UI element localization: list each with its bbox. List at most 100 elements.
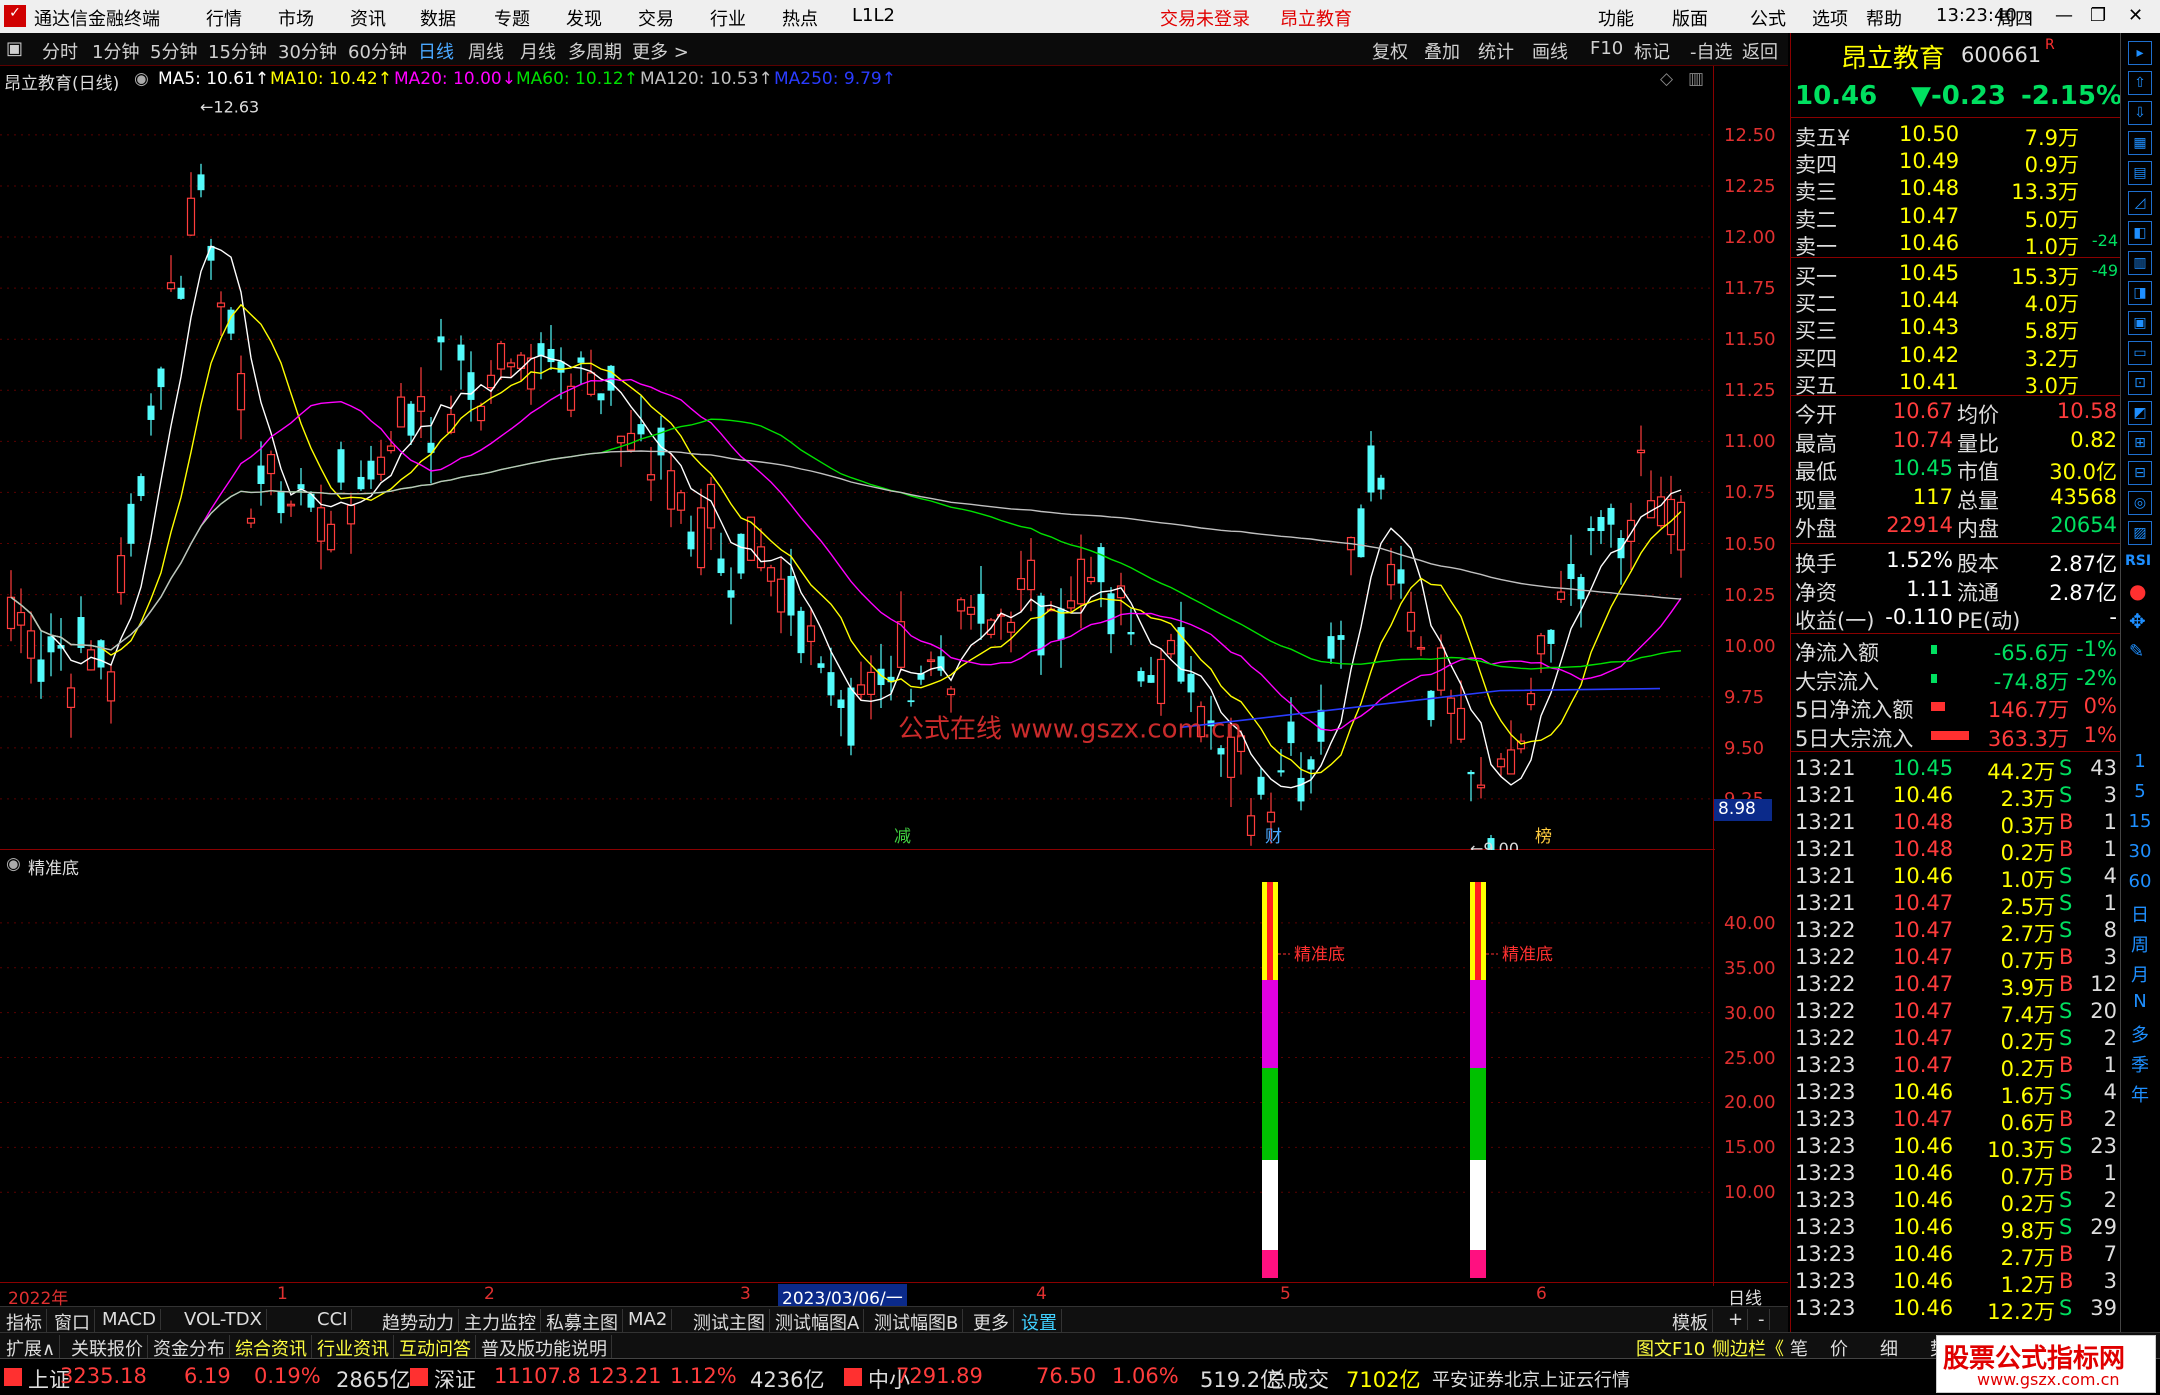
candle-body-down xyxy=(1297,777,1305,802)
period-tab-0[interactable]: 分时 xyxy=(42,38,78,64)
period-tab-1[interactable]: 1分钟 xyxy=(92,38,139,64)
toolbar-btn-5[interactable]: 标记 xyxy=(1634,38,1670,64)
sidebar-tool-icon[interactable]: ▤ xyxy=(2128,161,2152,185)
period-tab-9[interactable]: 多周期 xyxy=(568,38,622,64)
title-menu-1[interactable]: 版面 xyxy=(1672,5,1708,31)
indicator-tab-4[interactable]: CCI xyxy=(313,1309,353,1330)
kline-chart[interactable]: ←12.63 ←9.00 公式在线 www.gszx.com.cn 减 财 榜 xyxy=(0,94,1715,884)
restore-icon[interactable]: ❐ xyxy=(2090,5,2106,26)
title-menu-0[interactable]: 功能 xyxy=(1598,5,1634,31)
period-shortcut-4[interactable]: 60 xyxy=(2121,871,2159,892)
period-shortcut-3[interactable]: 30 xyxy=(2121,841,2159,862)
sidebar-tool-icon[interactable]: ▥ xyxy=(2128,251,2152,275)
trade-login-status[interactable]: 交易未登录 xyxy=(1160,5,1250,31)
period-shortcut-8[interactable]: N xyxy=(2121,991,2159,1012)
sidebar-tool-icon[interactable]: ▸ xyxy=(2128,41,2152,65)
pin-icon[interactable]: ▥ xyxy=(1688,69,1704,89)
period-shortcut-9[interactable]: 多 xyxy=(2121,1021,2159,1047)
menu-8[interactable]: 热点 xyxy=(782,5,818,31)
minimize-icon[interactable]: — xyxy=(2055,5,2073,26)
menu-4[interactable]: 专题 xyxy=(494,5,530,31)
sidebar-tool-icon[interactable]: ⇩ xyxy=(2128,101,2152,125)
menu-7[interactable]: 行业 xyxy=(710,5,746,31)
menu-1[interactable]: 市场 xyxy=(278,5,314,31)
candle-body-up xyxy=(506,362,516,368)
sidebar-tool-icon[interactable]: ⊞ xyxy=(2128,431,2152,455)
sidebar-tool-icon[interactable]: ⇧ xyxy=(2128,71,2152,95)
dropdown-icon[interactable]: ◉ xyxy=(6,854,21,874)
candle-body-up xyxy=(966,606,976,615)
toggle-icon[interactable]: ▣ xyxy=(6,38,23,59)
indicator-tab-2[interactable]: MACD xyxy=(98,1309,161,1330)
menu-5[interactable]: 发现 xyxy=(566,5,602,31)
period-shortcut-11[interactable]: 年 xyxy=(2121,1081,2159,1107)
menu-6[interactable]: 交易 xyxy=(638,5,674,31)
rsi-icon[interactable]: RSI xyxy=(2125,553,2151,569)
period-shortcut-1[interactable]: 5 xyxy=(2121,781,2159,802)
indicator-tab-15[interactable]: + xyxy=(1724,1309,1749,1330)
draw-icon[interactable]: ✎ xyxy=(2129,641,2144,662)
toolbar-btn-0[interactable]: 复权 xyxy=(1372,38,1408,64)
candle-body-up xyxy=(586,372,596,395)
menu-2[interactable]: 资讯 xyxy=(350,5,386,31)
sidebar-tool-icon[interactable]: ◎ xyxy=(2128,491,2152,515)
sidebar-tool-icon[interactable]: ◿ xyxy=(2128,191,2152,215)
period-tab-4[interactable]: 30分钟 xyxy=(278,38,337,64)
sidebar-tool-icon[interactable]: ◧ xyxy=(2128,221,2152,245)
period-shortcut-6[interactable]: 周 xyxy=(2121,931,2159,957)
tick-time: 13:23 xyxy=(1795,1053,1856,1077)
diamond-icon[interactable]: ◇ xyxy=(1660,69,1673,89)
tick-row: 13:22 10.47 7.4万 S 20 xyxy=(1791,998,2121,1027)
close-icon[interactable]: ✕ xyxy=(2128,5,2143,26)
period-shortcut-5[interactable]: 日 xyxy=(2121,901,2159,927)
title-menu-4[interactable]: 帮助 xyxy=(1866,5,1902,31)
period-tab-8[interactable]: 月线 xyxy=(520,38,556,64)
period-tab-10[interactable]: 更多 > xyxy=(632,38,689,64)
candle-body-up xyxy=(16,611,26,626)
menu-3[interactable]: 数据 xyxy=(420,5,456,31)
axis-crosshair-box: 8.98 xyxy=(1714,799,1772,821)
sidebar-tool-icon[interactable]: ▭ xyxy=(2128,341,2152,365)
period-tab-6[interactable]: 日线 xyxy=(418,38,454,64)
book-change: -49 xyxy=(2091,261,2118,280)
sidebar-tool-icon[interactable]: ▣ xyxy=(2128,311,2152,335)
candle-body-up xyxy=(6,596,16,630)
back-icon[interactable]: ‹ xyxy=(2025,5,2032,26)
period-tab-5[interactable]: 60分钟 xyxy=(348,38,407,64)
toolbar-btn-1[interactable]: 叠加 xyxy=(1424,38,1460,64)
sidebar-tool-icon[interactable]: ⊡ xyxy=(2128,371,2152,395)
indicator-chart[interactable]: 精准底 精准底 xyxy=(0,878,1715,1282)
period-tab-3[interactable]: 15分钟 xyxy=(208,38,267,64)
sidebar-tool-icon[interactable]: ▦ xyxy=(2128,131,2152,155)
period-tab-7[interactable]: 周线 xyxy=(468,38,504,64)
menu-0[interactable]: 行情 xyxy=(206,5,242,31)
indicator-tab-16[interactable]: - xyxy=(1754,1309,1770,1330)
ma-label-2: MA20: 10.00↓ xyxy=(394,69,516,89)
move-icon[interactable]: ✥ xyxy=(2129,609,2146,633)
red-circle-icon[interactable]: ● xyxy=(2129,579,2146,603)
period-shortcut-10[interactable]: 季 xyxy=(2121,1051,2159,1077)
period-shortcut-0[interactable]: 1 xyxy=(2121,751,2159,772)
sidebar-tool-icon[interactable]: ▨ xyxy=(2128,521,2152,545)
indicator-tab-8[interactable]: MA2 xyxy=(624,1309,673,1330)
candle-body-down xyxy=(937,656,945,671)
period-shortcut-2[interactable]: 15 xyxy=(2121,811,2159,832)
sidebar-tool-icon[interactable]: ⊟ xyxy=(2128,461,2152,485)
book-price: 10.41 xyxy=(1899,369,1960,394)
menu-9[interactable]: L1L2 xyxy=(852,5,895,26)
sidebar-tool-icon[interactable]: ◩ xyxy=(2128,401,2152,425)
toolbar-btn-6[interactable]: -自选 xyxy=(1690,38,1733,64)
toolbar-btn-2[interactable]: 统计 xyxy=(1478,38,1514,64)
tick-time: 13:22 xyxy=(1795,945,1856,969)
title-menu-2[interactable]: 公式 xyxy=(1750,5,1786,31)
title-menu-3[interactable]: 选项 xyxy=(1812,5,1848,31)
toolbar-btn-3[interactable]: 画线 xyxy=(1532,38,1568,64)
period-tab-2[interactable]: 5分钟 xyxy=(150,38,197,64)
sidebar-tool-icon[interactable]: ◨ xyxy=(2128,281,2152,305)
period-shortcut-7[interactable]: 月 xyxy=(2121,961,2159,987)
toolbar-btn-7[interactable]: 返回 xyxy=(1742,38,1778,64)
toolbar-btn-4[interactable]: F10 xyxy=(1590,38,1623,59)
dropdown-icon[interactable]: ◉ xyxy=(134,69,149,89)
indicator-tab-3[interactable]: VOL-TDX xyxy=(180,1309,267,1330)
stock-name: 昂立教育 xyxy=(1841,44,1946,74)
